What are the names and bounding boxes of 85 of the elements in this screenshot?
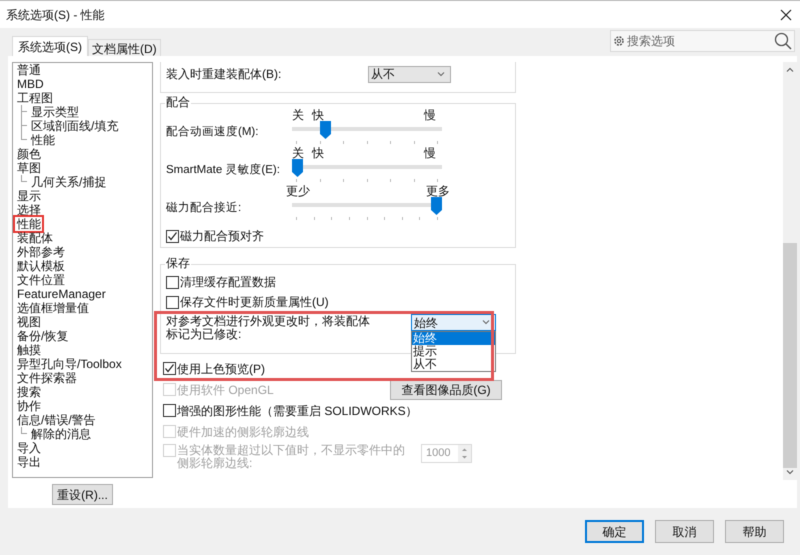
checkbox-label: 保存文件时更新质量属性(U) [180,295,329,309]
checkbox-label: 使用软件 OpenGL [177,382,275,396]
setting-label: 磁力配合接近: [166,201,242,215]
checkbox-label: 使用上色预览(P) [177,362,265,376]
search-field[interactable]: 搜索选项 [610,30,795,52]
reset-button[interactable]: 重设(R)... [52,484,113,505]
checkbox[interactable] [166,230,179,242]
slider-mark: 更少 [286,184,310,198]
tree-item[interactable]: 导入 [17,441,41,455]
tree-item[interactable]: 异型孔向导/Toolbox [17,357,122,371]
checkbox-label: 清理缓存配置数据 [180,275,276,289]
caret-icon [482,320,490,325]
tree-item[interactable]: 性能 [15,217,42,231]
gear-icon [613,35,625,47]
tree-item[interactable]: 显示 [17,189,41,203]
caret-icon [437,72,445,76]
scrollbar[interactable] [783,62,797,480]
tree-item[interactable]: 默认模板 [17,259,65,273]
tree-item[interactable]: 备份/恢复 [17,329,68,343]
slider-track[interactable] [292,122,442,136]
tab[interactable]: 系统选项(S) [12,36,88,56]
tree-item[interactable]: 文件位置 [17,273,65,287]
tree-item[interactable]: 几何关系/捕捉 [31,175,106,189]
dropdown-option[interactable]: 从不 [412,358,495,371]
dialog-button[interactable]: 取消 [655,520,714,543]
tree-item[interactable]: 工程图 [17,91,53,105]
dropdown[interactable]: 从不 [368,66,451,82]
tree-item[interactable]: 颜色 [17,147,41,161]
dropdown[interactable]: 始终 [411,314,496,331]
tree-item[interactable]: 外部参考 [17,245,65,259]
tree-item[interactable]: 视图 [17,315,41,329]
setting-label: SmartMate 灵敏度(E): [166,163,281,177]
tree-item[interactable]: 普通 [17,63,41,77]
slider-mark: 快 [312,108,324,122]
setting-label: 配合动画速度(M): [166,125,260,139]
dropdown-option[interactable]: 始终 [412,332,495,345]
tree-item[interactable]: 搜索 [17,385,41,399]
tree-item[interactable]: 性能 [31,133,55,147]
scroll-down-icon[interactable] [786,470,794,475]
window-title: 系统选项(S) - 性能 [6,6,105,24]
close-icon[interactable] [780,8,792,20]
tree-item[interactable]: 草图 [17,161,41,175]
checkbox[interactable] [163,362,176,375]
slider-thumb[interactable] [320,121,331,139]
slider-mark: 关 [292,146,304,160]
slider-thumb[interactable] [431,197,442,215]
slider-mark: 慢 [424,146,436,160]
slider-track[interactable] [292,160,442,174]
search-icon[interactable] [774,32,792,50]
tree-item[interactable]: 触摸 [17,343,41,357]
tree-item[interactable]: 选值框增量值 [17,301,89,315]
tree-item[interactable]: 解除的消息 [31,427,91,441]
tree-item[interactable]: 区域剖面线/填充 [31,119,118,133]
tree-item[interactable]: FeatureManager [17,287,106,301]
scroll-thumb[interactable] [783,243,797,468]
search-input: 搜索选项 [627,32,772,50]
tree-item[interactable]: 显示类型 [31,105,79,119]
checkbox-label: 磁力配合预对齐 [180,229,264,243]
checkbox[interactable] [166,276,179,288]
checkbox-label: 硬件加速的侧影轮廓边线 [177,424,310,438]
slider-track[interactable] [292,198,442,212]
checkbox-label: 增强的图形性能（需要重启 SOLIDWORKS） [177,404,418,418]
checkbox[interactable] [166,296,179,308]
group-title: 配合 [165,95,191,109]
dialog-button[interactable]: 确定 [585,520,644,543]
slider-mark: 关 [292,108,304,122]
slider-thumb[interactable] [292,159,303,177]
tree-item[interactable]: 信息/错误/警告 [17,413,96,427]
setting-label: 装入时重建装配体(B): [166,66,282,83]
scroll-up-icon[interactable] [786,67,794,72]
setting-label: 对参考文档进行外观更改时，将装配体标记为已修改: [166,314,371,341]
checkbox[interactable] [163,404,176,417]
checkbox-label: 当实体数量超过以下值时，不显示零件中的侧影轮廓边线: [177,444,406,470]
tree-item[interactable]: 协作 [17,399,41,413]
tree-item[interactable]: 文件探索器 [17,371,77,385]
dialog-button[interactable]: 帮助 [725,520,784,543]
tree-item[interactable]: 装配体 [17,231,53,245]
slider-mark: 慢 [424,108,436,122]
group-title: 保存 [165,256,191,270]
tree-item[interactable]: MBD [17,77,44,91]
tab[interactable]: 文档属性(D) [88,39,161,56]
slider-mark: 快 [312,146,324,160]
tree-item[interactable]: 导出 [17,455,41,469]
dropdown-option[interactable]: 提示 [412,345,495,358]
slider-mark: 更多 [426,184,450,198]
